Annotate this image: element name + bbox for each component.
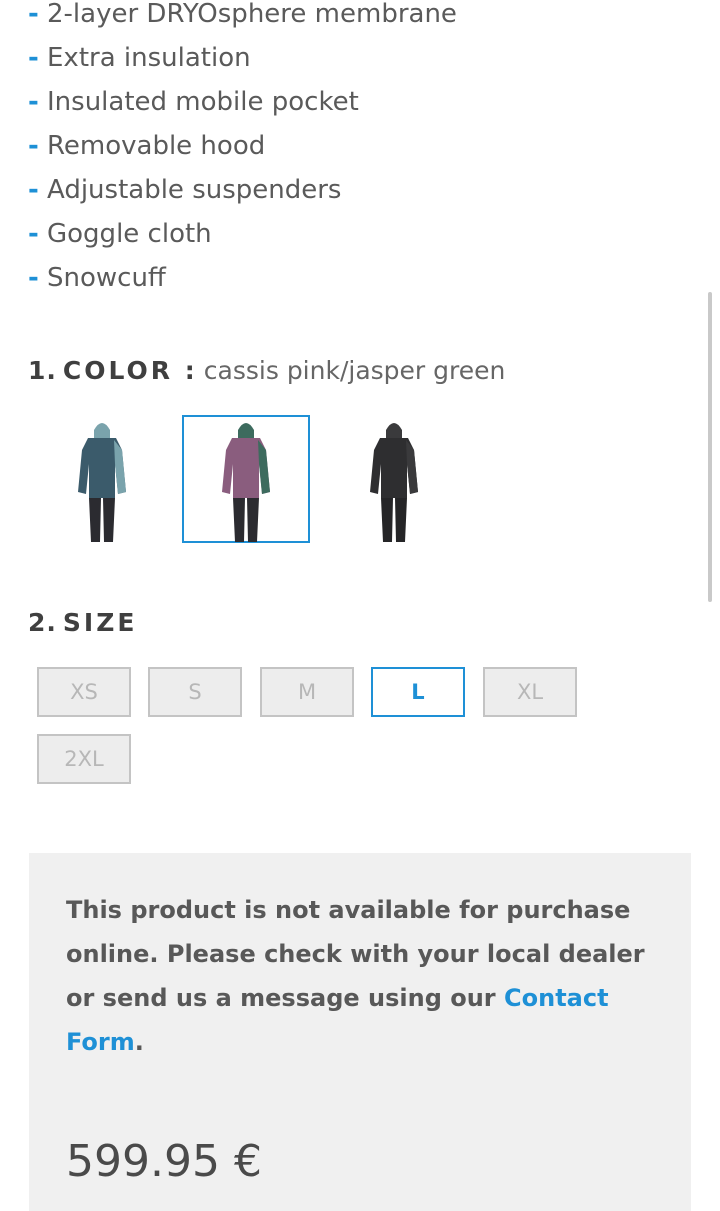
feature-item: - Adjustable suspenders [28, 168, 457, 212]
feature-text: Snowcuff [47, 263, 166, 293]
feature-item: - Snowcuff [28, 256, 457, 300]
bullet-dash: - [28, 131, 39, 161]
ski-suit-pink-green-icon [222, 423, 270, 542]
feature-item: - Removable hood [28, 124, 457, 168]
feature-item: -2-layer DRYOsphere membrane [28, 0, 457, 36]
size-option-s[interactable]: S [148, 667, 242, 717]
size-step-number: 2. [28, 608, 57, 637]
size-option-xl[interactable]: XL [483, 667, 577, 717]
page-scrollbar[interactable] [708, 292, 712, 602]
color-swatch-pink-green[interactable] [182, 415, 310, 543]
size-option-m[interactable]: M [260, 667, 354, 717]
ski-suit-black-icon [370, 423, 418, 542]
bullet-dash: - [28, 87, 39, 117]
size-option-xs[interactable]: XS [37, 667, 131, 717]
feature-text: Goggle cloth [47, 219, 212, 249]
feature-text: Extra insulation [47, 43, 251, 73]
price: 599.95 € [66, 1136, 262, 1187]
color-label: COLOR [62, 356, 174, 385]
feature-list: -2-layer DRYOsphere membrane - Extra insu… [28, 0, 457, 300]
bullet-dash: - [28, 43, 39, 73]
color-heading: 1. COLOR : cassis pink/jasper green [28, 356, 505, 385]
bullet-dash: - [28, 219, 39, 249]
color-swatch-black[interactable] [330, 415, 458, 543]
feature-text: 2-layer DRYOsphere membrane [47, 0, 457, 29]
availability-notice: This product is not available for purcha… [29, 853, 691, 1211]
size-option-2xl[interactable]: 2XL [37, 734, 131, 784]
feature-text: Removable hood [47, 131, 266, 161]
size-label: SIZE [62, 608, 138, 637]
ski-suit-teal-icon [78, 423, 126, 542]
availability-message: This product is not available for purcha… [66, 888, 656, 1064]
notice-period: . [134, 1028, 144, 1056]
feature-item: - Extra insulation [28, 36, 457, 80]
feature-item: - Insulated mobile pocket [28, 80, 457, 124]
size-option-l[interactable]: L [371, 667, 465, 717]
color-step-number: 1. [28, 356, 57, 385]
bullet-dash: - [28, 0, 39, 29]
feature-text: Adjustable suspenders [47, 175, 342, 205]
feature-item: - Goggle cloth [28, 212, 457, 256]
color-separator: : [184, 356, 198, 385]
size-heading: 2. SIZE [28, 608, 137, 637]
color-swatch-teal[interactable] [38, 415, 166, 543]
feature-text: Insulated mobile pocket [47, 87, 359, 117]
bullet-dash: - [28, 175, 39, 205]
bullet-dash: - [28, 263, 39, 293]
selected-color-value: cassis pink/jasper green [203, 356, 506, 385]
